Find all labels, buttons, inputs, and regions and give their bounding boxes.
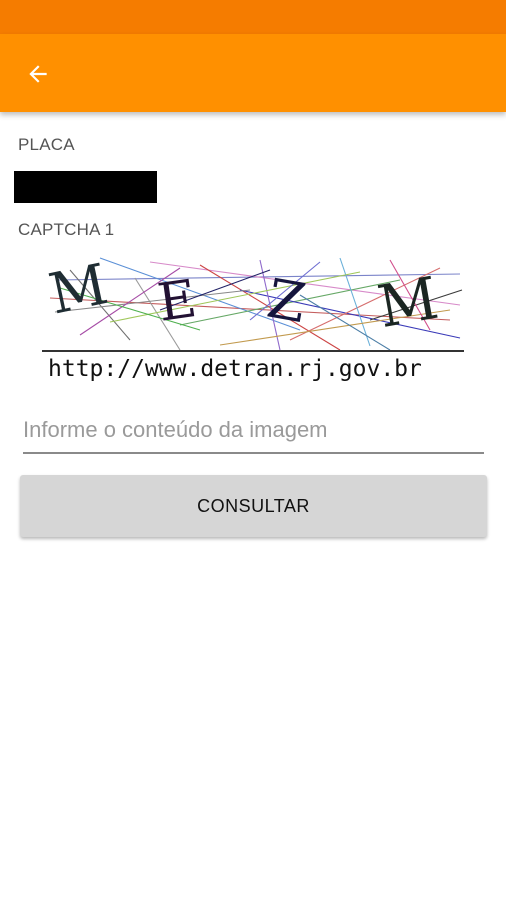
captcha-letter: E <box>154 269 200 334</box>
placa-value-redacted <box>14 171 157 203</box>
app-bar <box>0 34 506 112</box>
captcha-input[interactable] <box>23 410 484 450</box>
captcha-letter: M <box>44 252 114 328</box>
placa-label: PLACA <box>18 135 75 154</box>
back-button[interactable] <box>14 52 62 96</box>
arrow-left-icon <box>29 65 47 83</box>
captcha-input-field[interactable] <box>23 410 484 454</box>
captcha-letter: M <box>373 264 443 341</box>
captcha-url-text: http://www.detran.rj.gov.br <box>48 356 422 382</box>
status-bar <box>0 0 506 34</box>
captcha-label: CAPTCHA 1 <box>18 220 115 239</box>
consultar-button[interactable]: CONSULTAR <box>20 475 487 537</box>
